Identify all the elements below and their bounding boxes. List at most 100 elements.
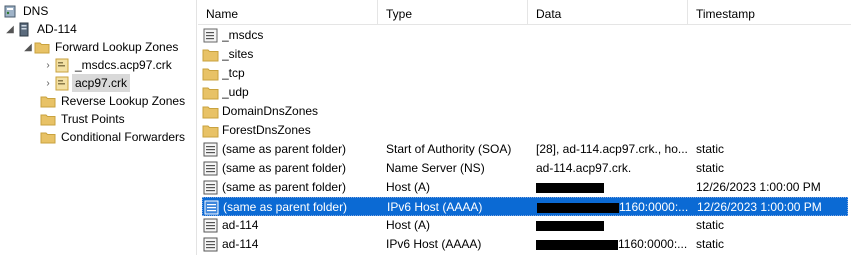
tree-node-reverse-lookup-zones[interactable]: Reverse Lookup Zones bbox=[34, 92, 188, 110]
record-name: _tcp bbox=[222, 66, 245, 80]
records-list[interactable]: Name Type Data Timestamp _msdcs _sites _tc… bbox=[198, 0, 851, 255]
zone-icon bbox=[54, 57, 70, 73]
record-data: ad-114.acp97.crk. bbox=[536, 159, 691, 178]
tree-node-dns[interactable]: DNS bbox=[2, 2, 51, 20]
tree-label: _msdcs.acp97.crk bbox=[75, 58, 172, 72]
record-data: 1160:0000:... bbox=[537, 198, 692, 217]
list-item[interactable]: (same as parent folder) Host (A) 12/26/202… bbox=[202, 178, 848, 197]
record-timestamp bbox=[696, 26, 846, 45]
tree-node-server[interactable]: ◢ AD-114 bbox=[4, 20, 80, 38]
folder-icon bbox=[40, 111, 56, 127]
list-item[interactable]: ForestDnsZones bbox=[202, 121, 848, 140]
list-item[interactable]: _tcp bbox=[202, 64, 848, 83]
column-header-type[interactable]: Type bbox=[378, 0, 528, 25]
list-item[interactable]: ad-114 IPv6 Host (AAAA) 1160:0000:... stati… bbox=[202, 235, 848, 254]
folder-icon bbox=[40, 129, 56, 145]
record-data-text: ad-114.acp97.crk. bbox=[536, 161, 632, 175]
record-data bbox=[536, 121, 691, 140]
record-name: ad-114 bbox=[222, 218, 259, 232]
list-item[interactable]: _msdcs bbox=[202, 26, 848, 45]
column-header-timestamp[interactable]: Timestamp bbox=[688, 0, 851, 25]
record-icon bbox=[202, 179, 219, 196]
tree-label: AD-114 bbox=[37, 22, 77, 36]
list-item[interactable]: _sites bbox=[202, 45, 848, 64]
tree-label: Forward Lookup Zones bbox=[55, 40, 179, 54]
delegation-icon bbox=[202, 27, 219, 44]
console-tree[interactable]: DNS ◢ AD-114 ◢ Forward Lookup Zones › _m… bbox=[0, 0, 197, 255]
record-data-text: 1160:0000:... bbox=[619, 200, 689, 214]
redaction-bar bbox=[537, 202, 619, 213]
record-timestamp: static bbox=[696, 161, 725, 175]
record-type bbox=[386, 45, 531, 64]
record-type: IPv6 Host (AAAA) bbox=[386, 237, 482, 251]
folder-icon bbox=[202, 122, 219, 139]
record-data bbox=[536, 26, 691, 45]
record-type bbox=[386, 26, 531, 45]
chevron-right-icon[interactable]: › bbox=[42, 74, 54, 92]
record-name: ForestDnsZones bbox=[222, 123, 311, 137]
record-name: ad-114 bbox=[222, 237, 259, 251]
tree-node-zone-acp97[interactable]: › acp97.crk bbox=[42, 74, 131, 92]
redaction-bar bbox=[536, 239, 618, 250]
list-item[interactable]: DomainDnsZones bbox=[202, 102, 848, 121]
record-data bbox=[536, 83, 691, 102]
record-icon bbox=[202, 160, 219, 177]
record-data bbox=[536, 102, 691, 121]
tree-node-conditional-forwarders[interactable]: Conditional Forwarders bbox=[34, 128, 188, 146]
record-name: (same as parent folder) bbox=[222, 161, 347, 175]
record-type bbox=[386, 64, 531, 83]
list-item[interactable]: (same as parent folder) Start of Authorit… bbox=[202, 140, 848, 159]
column-header-data[interactable]: Data bbox=[528, 0, 688, 25]
list-item[interactable]: (same as parent folder) Name Server (NS) a… bbox=[202, 159, 848, 178]
chevron-down-icon[interactable]: ◢ bbox=[22, 38, 34, 56]
zone-icon bbox=[54, 75, 70, 91]
folder-icon bbox=[202, 103, 219, 120]
record-type bbox=[386, 121, 531, 140]
record-timestamp bbox=[696, 64, 846, 83]
record-timestamp bbox=[696, 45, 846, 64]
record-name: _sites bbox=[222, 47, 254, 61]
record-type: Start of Authority (SOA) bbox=[386, 142, 512, 156]
column-header-name[interactable]: Name bbox=[198, 0, 378, 25]
tree-node-trust-points[interactable]: Trust Points bbox=[34, 110, 128, 128]
record-data-text: 1160:0000:... bbox=[618, 237, 688, 251]
list-header: Name Type Data Timestamp bbox=[198, 0, 851, 25]
folder-icon bbox=[34, 39, 50, 55]
record-data: 1160:0000:... bbox=[536, 235, 691, 254]
record-name: (same as parent folder) bbox=[222, 180, 347, 194]
record-timestamp bbox=[696, 102, 846, 121]
tree-node-msdcs-zone[interactable]: › _msdcs.acp97.crk bbox=[42, 56, 175, 74]
chevron-down-icon[interactable]: ◢ bbox=[4, 20, 16, 38]
tree-node-forward-lookup-zones[interactable]: ◢ Forward Lookup Zones bbox=[22, 38, 181, 56]
record-timestamp: static bbox=[696, 142, 725, 156]
tree-label: Conditional Forwarders bbox=[61, 130, 186, 144]
record-data-text: [28], ad-114.acp97.crk., ho... bbox=[536, 142, 688, 156]
folder-icon bbox=[40, 93, 56, 109]
record-type bbox=[386, 102, 531, 121]
redaction-bar bbox=[536, 220, 604, 231]
folder-icon bbox=[202, 46, 219, 63]
tree-label: Trust Points bbox=[61, 112, 125, 126]
record-icon bbox=[202, 141, 219, 158]
record-type: IPv6 Host (AAAA) bbox=[387, 200, 483, 214]
list-item[interactable]: _udp bbox=[202, 83, 848, 102]
list-item[interactable]: (same as parent folder) IPv6 Host (AAAA) 1… bbox=[202, 197, 848, 216]
record-data: [28], ad-114.acp97.crk., ho... bbox=[536, 140, 691, 159]
redaction-bar bbox=[536, 182, 604, 193]
record-name: (same as parent folder) bbox=[223, 200, 348, 214]
record-name: DomainDnsZones bbox=[222, 104, 319, 118]
record-data bbox=[536, 178, 691, 197]
chevron-right-icon[interactable]: › bbox=[42, 56, 54, 74]
list-item[interactable]: ad-114 Host (A) static bbox=[202, 216, 848, 235]
record-type: Host (A) bbox=[386, 180, 431, 194]
record-timestamp: 12/26/2023 1:00:00 PM bbox=[697, 200, 822, 214]
record-data bbox=[536, 45, 691, 64]
record-name: (same as parent folder) bbox=[222, 142, 347, 156]
tree-label: Reverse Lookup Zones bbox=[61, 94, 186, 108]
folder-icon bbox=[202, 65, 219, 82]
record-icon bbox=[202, 217, 219, 234]
record-timestamp: 12/26/2023 1:00:00 PM bbox=[696, 180, 821, 194]
record-icon bbox=[203, 199, 220, 216]
record-name: _msdcs bbox=[222, 28, 264, 42]
record-data bbox=[536, 216, 691, 235]
